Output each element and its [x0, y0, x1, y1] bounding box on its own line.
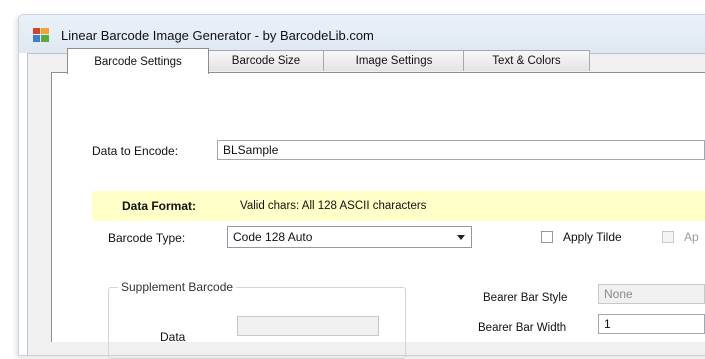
partial-option-checkbox[interactable]: [662, 231, 674, 243]
bearer-bar-width-input[interactable]: 1: [598, 314, 705, 334]
apply-tilde-checkbox[interactable]: [541, 231, 553, 243]
bearer-bar-style-label: Bearer Bar Style: [483, 292, 568, 304]
tab-label: Barcode Settings: [94, 55, 182, 68]
tab-label: Text & Colors: [492, 55, 561, 67]
bearer-bar-width-label: Bearer Bar Width: [478, 322, 567, 334]
partial-option-label: Ap: [684, 230, 699, 244]
barcode-app-icon: [33, 28, 49, 42]
supplement-data-input[interactable]: [237, 316, 379, 336]
data-format-label: Data Format:: [122, 199, 197, 213]
tab-label: Image Settings: [355, 55, 433, 67]
chevron-down-icon[interactable]: [457, 235, 465, 240]
data-to-encode-label: Data to Encode:: [92, 144, 179, 158]
barcode-type-label: Barcode Type:: [108, 231, 186, 245]
barcode-type-value: Code 128 Auto: [233, 230, 313, 244]
tab-barcode-settings[interactable]: Barcode Settings: [67, 48, 209, 74]
barcode-type-select[interactable]: Code 128 Auto: [227, 226, 472, 248]
tab-barcode-size[interactable]: Barcode Size: [207, 50, 325, 71]
apply-tilde-label: Apply Tilde: [563, 230, 622, 244]
bearer-bar-style-select[interactable]: None: [598, 284, 705, 304]
data-to-encode-input[interactable]: BLSample: [217, 140, 705, 160]
tab-label: Barcode Size: [231, 55, 301, 67]
tab-image-settings[interactable]: Image Settings: [323, 50, 465, 71]
tab-text-colors[interactable]: Text & Colors: [463, 50, 590, 71]
data-format-value: Valid chars: All 128 ASCII characters: [240, 200, 427, 212]
window-title: Linear Barcode Image Generator - by Barc…: [61, 28, 374, 43]
supplement-group-title: Supplement Barcode: [118, 280, 237, 294]
